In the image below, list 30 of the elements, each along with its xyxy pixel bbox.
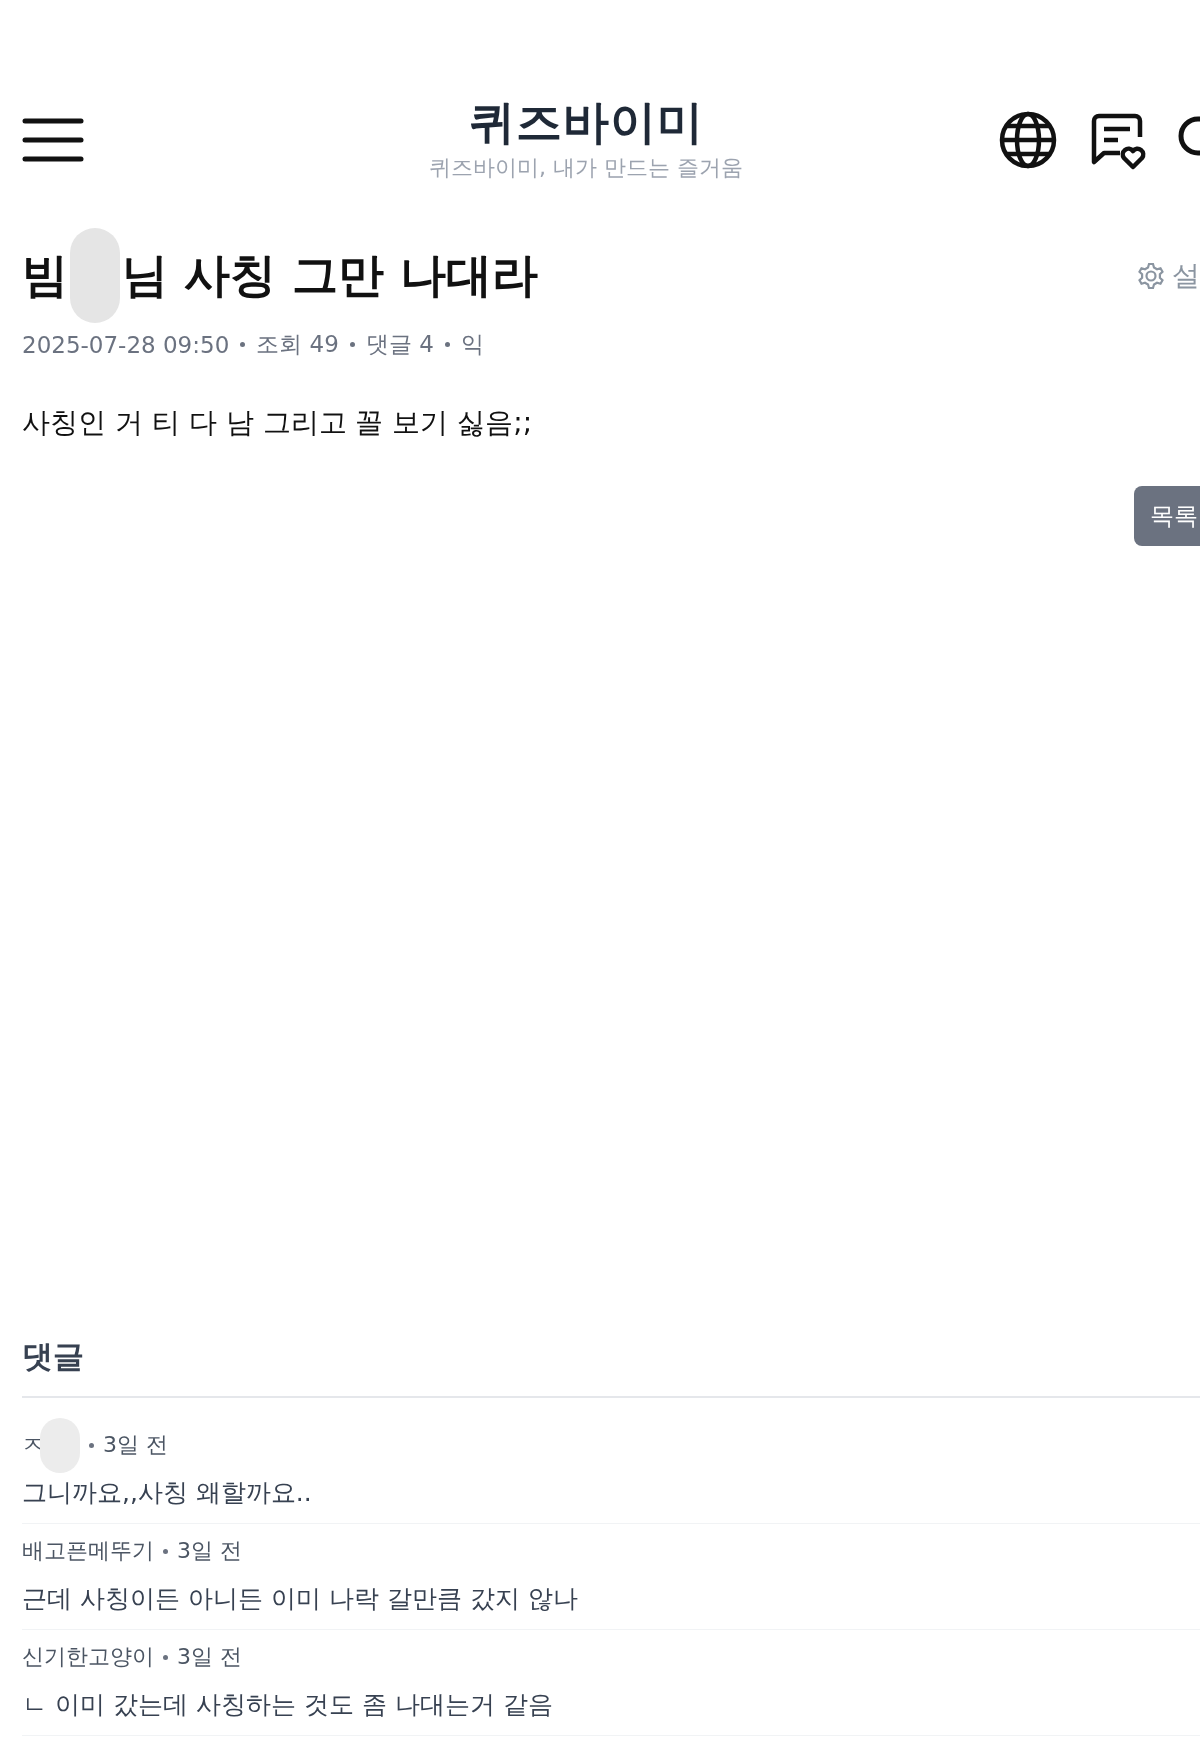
settings-button[interactable]: 설 [1136, 256, 1200, 295]
globe-icon[interactable] [998, 110, 1058, 170]
post-title: 님 사칭 그만 나대라 [122, 246, 539, 304]
comments-heading: 댓글 [22, 1336, 1200, 1398]
separator-dot [444, 342, 450, 347]
post-meta: 익 [460, 330, 484, 359]
site-tagline: 퀴즈바이미, 내가 만드는 즐거움 [429, 154, 743, 183]
comment-time: 3일 전 [177, 1537, 242, 1565]
comment-author: 배고픈메뚜기 [22, 1537, 154, 1565]
separator-dot [163, 1654, 168, 1660]
post-title: 빔 [22, 246, 68, 304]
comment-text: ㄴ 이미 갔는데 사칭하는 것도 좀 나대는거 같음 [22, 1689, 554, 1721]
list-button[interactable]: 목록 [1134, 486, 1200, 546]
site-logo[interactable]: 퀴즈바이미 [468, 96, 704, 148]
comment-text: 그니까요,,사칭 왜할까요.. [22, 1477, 313, 1509]
post-meta: 2025-07-28 09:50 [22, 331, 230, 358]
comment-time: 3일 전 [177, 1643, 242, 1671]
menu-icon[interactable] [22, 117, 84, 163]
comment-time: 3일 전 [103, 1431, 168, 1459]
comment-text: 근데 사칭이든 아니든 이미 나락 갈만큼 갔지 않나 [22, 1583, 579, 1615]
separator-dot [163, 1548, 168, 1554]
separator-dot [89, 1442, 94, 1448]
comment-author: 신기한고양이 [22, 1643, 154, 1671]
comment-author: ㅈ [22, 1431, 44, 1459]
post-meta: 댓글 4 [365, 330, 434, 359]
post-body: 사칭인 거 티 다 남 그리고 꼴 보기 싫음;; [22, 405, 534, 441]
separator-dot [240, 342, 246, 347]
separator-dot [349, 342, 355, 347]
gear-icon [1136, 260, 1166, 291]
post-meta: 조회 49 [256, 330, 339, 359]
